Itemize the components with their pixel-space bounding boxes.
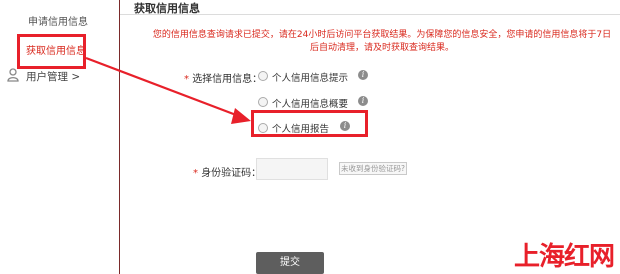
arrow-annotation xyxy=(85,56,251,124)
watermark-logo: 上海红网 xyxy=(514,242,615,272)
